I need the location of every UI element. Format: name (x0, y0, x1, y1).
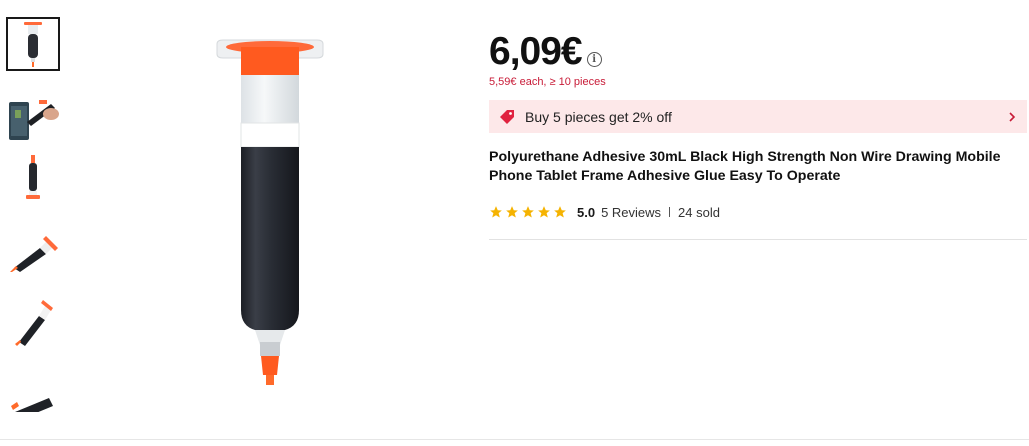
promo-text: Buy 5 pieces get 2% off (525, 108, 672, 125)
chevron-right-icon (1009, 111, 1016, 122)
syringe-thumbnail-icon (11, 398, 53, 412)
promo-banner[interactable]: Buy 5 pieces get 2% off (489, 100, 1027, 133)
bottom-divider (0, 439, 1029, 440)
thumbnail-3[interactable] (6, 151, 60, 205)
thumbnail-1[interactable] (6, 17, 60, 71)
thumbnail-2[interactable] (6, 93, 60, 147)
tag-icon (500, 109, 514, 124)
syringe-thumbnail-icon (10, 236, 58, 272)
bulk-price: 5,59€ each, ≥ 10 pieces (489, 76, 606, 88)
thumbnail-5[interactable] (6, 295, 60, 349)
syringe-thumbnail-icon (26, 155, 40, 199)
main-product-image[interactable] (205, 30, 335, 402)
star-icon (538, 206, 550, 218)
star-rating (489, 205, 567, 219)
thumbnail-4[interactable] (6, 223, 60, 277)
star-icon (522, 206, 534, 218)
star-icon (506, 206, 518, 218)
rating-score: 5.0 (577, 204, 596, 220)
thumbnail-gallery (6, 17, 60, 412)
price-row: 6,09€ i (489, 26, 1027, 71)
syringe-image (216, 39, 324, 385)
product-info: 6,09€ i 5,59€ each, ≥ 10 pieces Buy 5 pi… (489, 26, 1027, 222)
thumbnail-6[interactable] (6, 369, 60, 412)
info-icon[interactable]: i (586, 52, 602, 67)
product-title: Polyurethane Adhesive 30mL Black High St… (489, 149, 1001, 184)
price: 6,09€ (489, 30, 583, 73)
rating-row: 5.0 5 Reviews 24 sold (489, 202, 1027, 222)
syringe-thumbnail-icon (15, 300, 53, 346)
star-icon (490, 206, 502, 218)
application-thumbnail-icon (9, 100, 59, 140)
divider (489, 239, 1027, 240)
syringe-thumbnail-icon (24, 22, 42, 67)
star-icon (554, 206, 566, 218)
separator (669, 207, 671, 217)
sold-count: 24 sold (678, 204, 720, 220)
reviews-link[interactable]: 5 Reviews (601, 205, 661, 220)
